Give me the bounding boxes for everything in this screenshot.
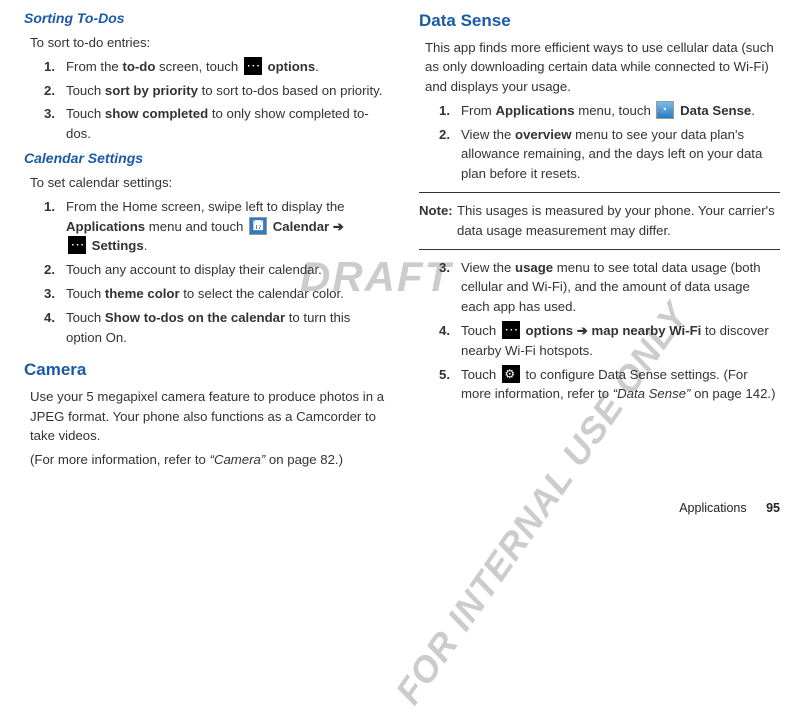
item-number: 1. <box>44 57 66 77</box>
note-block: Note: This usages is measured by your ph… <box>419 201 780 241</box>
calendar-icon <box>249 217 267 235</box>
item-number: 2. <box>44 260 66 280</box>
gear-icon <box>502 365 520 383</box>
item-number: 2. <box>439 125 461 184</box>
item-body: Touch sort by priority to sort to-dos ba… <box>66 81 385 101</box>
item-body: From the to-do screen, touch options. <box>66 57 385 77</box>
item-number: 2. <box>44 81 66 101</box>
list-item: 3. View the usage menu to see total data… <box>439 258 780 317</box>
item-body: Touch Show to-dos on the calendar to tur… <box>66 308 385 348</box>
list-item: 3. Touch show completed to only show com… <box>44 104 385 144</box>
footer-label: Applications <box>679 501 746 515</box>
item-number: 4. <box>44 308 66 348</box>
heading-camera: Camera <box>24 357 385 383</box>
list-item: 1. From the to-do screen, touch options. <box>44 57 385 77</box>
heading-sorting-todos: Sorting To-Dos <box>24 8 385 29</box>
camera-paragraph-2: (For more information, refer to “Camera”… <box>30 450 385 470</box>
heading-calendar-settings: Calendar Settings <box>24 148 385 169</box>
list-item: 3. Touch theme color to select the calen… <box>44 284 385 304</box>
right-column: Data Sense This app finds more efficient… <box>419 8 780 474</box>
item-body: View the overview menu to see your data … <box>461 125 780 184</box>
item-number: 1. <box>44 197 66 256</box>
calendar-list: 1. From the Home screen, swipe left to d… <box>44 197 385 348</box>
page-footer: Applications 95 <box>679 499 780 518</box>
sorting-list: 1. From the to-do screen, touch options.… <box>44 57 385 144</box>
calendar-intro: To set calendar settings: <box>30 173 385 193</box>
divider <box>419 192 780 193</box>
datasense-paragraph: This app finds more efficient ways to us… <box>425 38 780 97</box>
list-item: 1. From the Home screen, swipe left to d… <box>44 197 385 256</box>
list-item: 1. From Applications menu, touch Data Se… <box>439 101 780 121</box>
heading-data-sense: Data Sense <box>419 8 780 34</box>
note-body: This usages is measured by your phone. Y… <box>457 201 780 241</box>
item-number: 5. <box>439 365 461 405</box>
item-number: 3. <box>439 258 461 317</box>
item-body: From Applications menu, touch Data Sense… <box>461 101 780 121</box>
datasense-list-b: 3. View the usage menu to see total data… <box>439 258 780 405</box>
camera-paragraph-1: Use your 5 megapixel camera feature to p… <box>30 387 385 446</box>
datasense-list-a: 1. From Applications menu, touch Data Se… <box>439 101 780 184</box>
page-content: Sorting To-Dos To sort to-do entries: 1.… <box>24 8 780 474</box>
item-body: Touch show completed to only show comple… <box>66 104 385 144</box>
list-item: 5. Touch to configure Data Sense setting… <box>439 365 780 405</box>
left-column: Sorting To-Dos To sort to-do entries: 1.… <box>24 8 385 474</box>
list-item: 2. View the overview menu to see your da… <box>439 125 780 184</box>
item-body: From the Home screen, swipe left to disp… <box>66 197 385 256</box>
item-body: Touch options ➔ map nearby Wi-Fi to disc… <box>461 321 780 361</box>
item-number: 4. <box>439 321 461 361</box>
note-label: Note: <box>419 201 457 241</box>
more-icon <box>244 57 262 75</box>
item-body: Touch any account to display their calen… <box>66 260 385 280</box>
divider <box>419 249 780 250</box>
list-item: 2. Touch sort by priority to sort to-dos… <box>44 81 385 101</box>
item-body: Touch to configure Data Sense settings. … <box>461 365 780 405</box>
sorting-intro: To sort to-do entries: <box>30 33 385 53</box>
item-body: Touch theme color to select the calendar… <box>66 284 385 304</box>
item-number: 1. <box>439 101 461 121</box>
page-number: 95 <box>766 501 780 515</box>
list-item: 4. Touch Show to-dos on the calendar to … <box>44 308 385 348</box>
more-icon <box>68 236 86 254</box>
list-item: 4. Touch options ➔ map nearby Wi-Fi to d… <box>439 321 780 361</box>
item-body: View the usage menu to see total data us… <box>461 258 780 317</box>
list-item: 2. Touch any account to display their ca… <box>44 260 385 280</box>
item-number: 3. <box>44 284 66 304</box>
more-icon <box>502 321 520 339</box>
datasense-icon <box>656 101 674 119</box>
item-number: 3. <box>44 104 66 144</box>
